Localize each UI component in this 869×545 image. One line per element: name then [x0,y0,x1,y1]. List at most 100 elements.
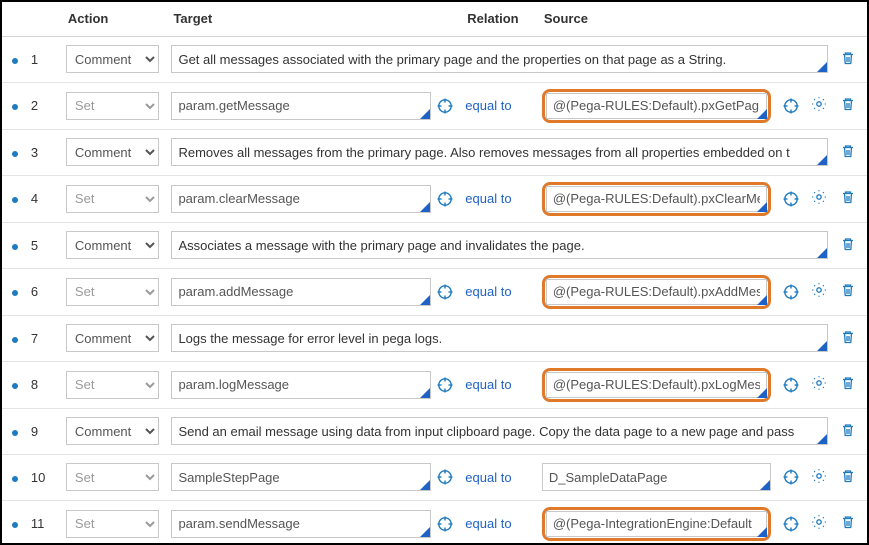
source-input[interactable] [546,279,767,305]
target-input[interactable] [171,463,431,491]
table-row: 10 Set equal to [2,454,867,500]
gear-icon[interactable] [811,189,827,205]
table-row: 4 Set equal to [2,175,867,222]
crosshair-icon[interactable] [783,98,799,114]
source-input[interactable] [546,93,767,119]
table-row: 1 Comment [2,36,867,82]
source-input[interactable] [542,463,771,491]
table-row: 8 Set equal to [2,361,867,408]
row-bullet [12,58,18,64]
table-row: 3 Comment [2,129,867,175]
header-source: Source [536,2,834,36]
action-select[interactable]: Set [66,463,160,491]
row-number: 5 [31,238,38,253]
action-select[interactable]: Comment [66,138,160,166]
gear-icon[interactable] [811,468,827,484]
relation-link[interactable]: equal to [465,284,511,299]
row-number: 9 [31,424,38,439]
source-input[interactable] [546,511,767,537]
table-row: 5 Comment [2,222,867,268]
row-number: 2 [31,98,38,113]
crosshair-icon[interactable] [783,469,799,485]
row-bullet [12,522,18,528]
table-row: 9 Comment [2,408,867,454]
row-number: 4 [31,191,38,206]
target-input[interactable] [171,92,431,120]
source-input[interactable] [546,186,767,212]
target-input[interactable] [171,371,431,399]
relation-link[interactable]: equal to [465,516,511,531]
row-number: 1 [31,52,38,67]
gear-icon[interactable] [811,96,827,112]
row-number: 8 [31,377,38,392]
delete-icon[interactable] [840,96,856,112]
target-input[interactable] [171,185,431,213]
row-number: 10 [31,470,45,485]
table-row: 6 Set equal to [2,268,867,315]
row-number: 3 [31,145,38,160]
crosshair-icon[interactable] [437,98,453,114]
source-input[interactable] [546,372,767,398]
table-row: 11 Set equal to [2,500,867,545]
relation-link[interactable]: equal to [465,98,511,113]
delete-icon[interactable] [840,468,856,484]
relation-link[interactable]: equal to [465,470,511,485]
row-bullet [12,290,18,296]
gear-icon[interactable] [811,375,827,391]
crosshair-icon[interactable] [783,284,799,300]
crosshair-icon[interactable] [437,469,453,485]
action-select[interactable]: Comment [66,324,160,352]
row-bullet [12,104,18,110]
row-bullet [12,197,18,203]
row-bullet [12,383,18,389]
relation-link[interactable]: equal to [465,377,511,392]
header-target: Target [165,2,459,36]
action-select[interactable]: Comment [66,417,160,445]
row-bullet [12,476,18,482]
action-select[interactable]: Set [66,371,160,399]
row-number: 7 [31,331,38,346]
delete-icon[interactable] [840,329,856,345]
target-input[interactable] [171,278,431,306]
delete-icon[interactable] [840,50,856,66]
comment-input[interactable] [171,138,827,166]
delete-icon[interactable] [840,514,856,530]
comment-input[interactable] [171,231,827,259]
delete-icon[interactable] [840,422,856,438]
delete-icon[interactable] [840,143,856,159]
comment-input[interactable] [171,417,827,445]
action-select[interactable]: Set [66,510,160,538]
row-bullet [12,430,18,436]
crosshair-icon[interactable] [437,191,453,207]
action-select[interactable]: Comment [66,231,160,259]
delete-icon[interactable] [840,375,856,391]
crosshair-icon[interactable] [437,284,453,300]
action-select[interactable]: Set [66,278,160,306]
action-select[interactable]: Set [66,185,160,213]
delete-icon[interactable] [840,282,856,298]
gear-icon[interactable] [811,282,827,298]
row-bullet [12,244,18,250]
row-number: 11 [31,516,45,531]
table-row: 7 Comment [2,315,867,361]
header-relation: Relation [459,2,536,36]
delete-icon[interactable] [840,236,856,252]
relation-link[interactable]: equal to [465,191,511,206]
crosshair-icon[interactable] [437,377,453,393]
action-select[interactable]: Comment [66,45,160,73]
crosshair-icon[interactable] [783,377,799,393]
target-input[interactable] [171,510,431,538]
row-bullet [12,337,18,343]
crosshair-icon[interactable] [783,516,799,532]
crosshair-icon[interactable] [437,516,453,532]
crosshair-icon[interactable] [783,191,799,207]
action-select[interactable]: Set [66,92,160,120]
row-number: 6 [31,284,38,299]
comment-input[interactable] [171,324,827,352]
gear-icon[interactable] [811,514,827,530]
header-action: Action [60,2,166,36]
delete-icon[interactable] [840,189,856,205]
table-row: 2 Set equal to [2,82,867,129]
comment-input[interactable] [171,45,827,73]
row-bullet [12,151,18,157]
